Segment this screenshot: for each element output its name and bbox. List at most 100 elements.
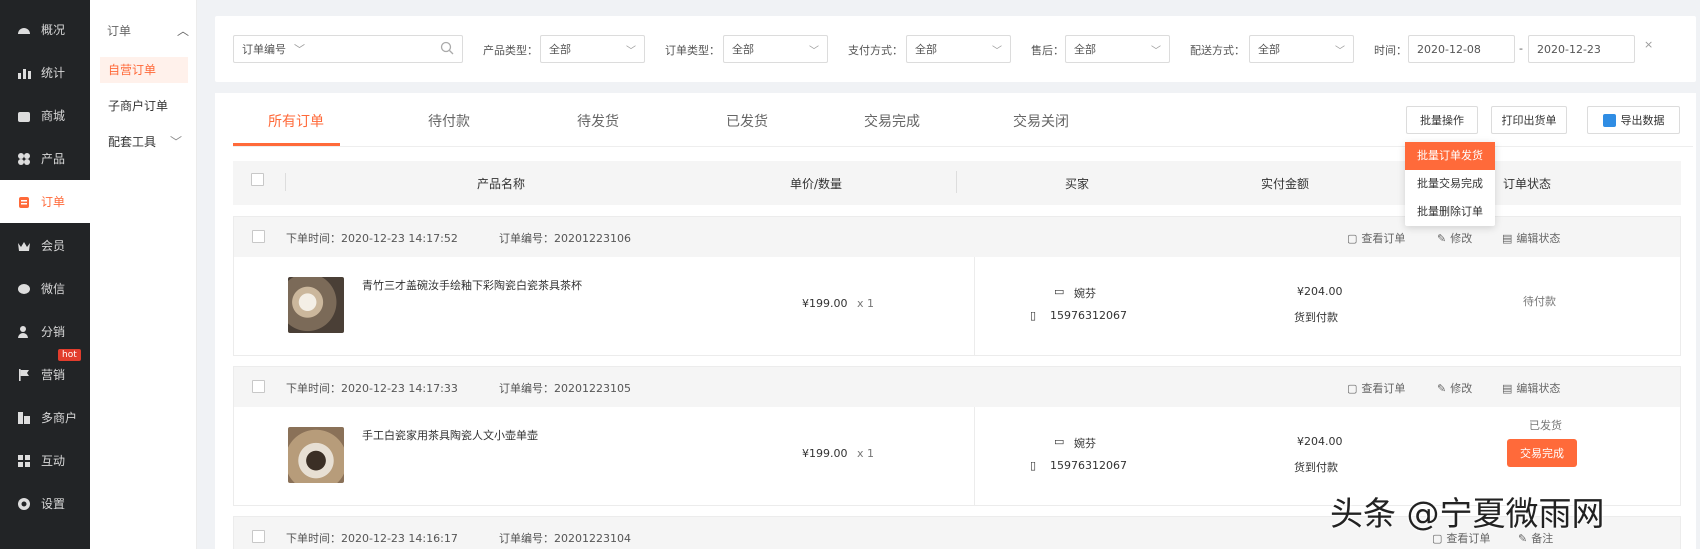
tab-completed[interactable]: 交易完成	[864, 111, 920, 131]
quantity: x 1	[857, 297, 875, 310]
divider	[974, 407, 975, 505]
nav-item-distribution[interactable]: 分销	[0, 310, 90, 353]
complete-transaction-button[interactable]: 交易完成	[1507, 439, 1577, 467]
export-data-button[interactable]: 导出数据	[1587, 106, 1680, 134]
tab-pending-payment[interactable]: 待付款	[428, 111, 470, 131]
product-thumbnail[interactable]	[288, 277, 344, 333]
crown-icon	[17, 239, 31, 253]
search-input[interactable]: 订单编号 ﹀	[233, 35, 463, 63]
filter-bar: 订单编号 ﹀ 产品类型： 全部 ﹀ 订单类型： 全部 ﹀ 支付方式： 全部 ﹀ 售后：…	[215, 16, 1696, 82]
view-order-link[interactable]: ▢ 查看订单	[1347, 380, 1405, 396]
order-row: 下单时间：2020-12-23 14:17:52 订单编号：2020122310…	[233, 216, 1681, 356]
order-status: 已发货	[1529, 419, 1562, 432]
edit-status-icon: ▤	[1502, 381, 1513, 395]
print-shipping-button[interactable]: 打印出货单	[1491, 106, 1567, 134]
buyer-name: 婉芬	[1074, 437, 1096, 450]
tab-pending-shipment[interactable]: 待发货	[577, 111, 619, 131]
order-icon	[17, 195, 31, 209]
pay-method: 货到付款	[1294, 461, 1338, 474]
nav-item-member[interactable]: 会员	[0, 224, 90, 267]
unit-price: ¥199.00	[802, 297, 848, 310]
view-icon: ▢	[1347, 231, 1358, 245]
sub-nav: 订单 ︿ 自营订单 子商户订单 配套工具 ﹀	[90, 0, 197, 549]
product-name[interactable]: 青竹三才盖碗汝手绘釉下彩陶瓷白瓷茶具茶杯	[362, 277, 582, 293]
subnav-item-merchant-orders[interactable]: 子商户订单	[100, 93, 188, 119]
edit-link[interactable]: ✎ 修改	[1437, 380, 1472, 396]
delivery-select[interactable]: 全部 ﹀	[1249, 35, 1354, 63]
unit-price: ¥199.00	[802, 447, 848, 460]
chevron-down-icon: ﹀	[992, 46, 1002, 57]
batch-operation-menu: 批量订单发货 批量交易完成 批量删除订单	[1405, 142, 1495, 226]
view-icon: ▢	[1347, 381, 1358, 395]
subnav-item-tools[interactable]: 配套工具 ﹀	[100, 129, 188, 155]
chevron-down-icon: ﹀	[169, 135, 182, 149]
phone-icon: ▯	[1030, 459, 1037, 472]
pay-method-select[interactable]: 全部 ﹀	[906, 35, 1011, 63]
flag-icon	[17, 368, 31, 382]
grid-icon	[17, 152, 31, 166]
edit-status-link[interactable]: ▤ 编辑状态	[1502, 230, 1560, 246]
nav-item-marketing[interactable]: 营销 hot	[0, 349, 90, 396]
paid-amount: ¥204.00	[1297, 285, 1343, 298]
nav-item-overview[interactable]: 概况	[0, 8, 90, 51]
order-checkbox[interactable]	[252, 530, 265, 543]
nav-item-interact[interactable]: 互动	[0, 439, 90, 482]
edit-status-link[interactable]: ▤ 编辑状态	[1502, 380, 1560, 396]
view-order-link[interactable]: ▢ 查看订单	[1347, 230, 1405, 246]
gear-icon	[17, 497, 31, 511]
nav-item-settings[interactable]: 设置	[0, 482, 90, 525]
tab-closed[interactable]: 交易关闭	[1013, 111, 1069, 131]
select-all-checkbox[interactable]	[251, 173, 264, 186]
chart-icon	[17, 66, 31, 80]
nav-item-product[interactable]: 产品	[0, 137, 90, 180]
quantity: x 1	[857, 447, 875, 460]
batch-complete-item[interactable]: 批量交易完成	[1405, 170, 1495, 198]
order-checkbox[interactable]	[252, 380, 265, 393]
user-share-icon	[17, 325, 31, 339]
tab-all-orders[interactable]: 所有订单	[268, 111, 324, 131]
nav-item-wechat[interactable]: 微信	[0, 267, 90, 310]
product-name[interactable]: 手工白瓷家用茶具陶瓷人文小壶单壶	[362, 427, 538, 443]
order-row: 下单时间：2020-12-23 14:17:33 订单编号：2020122310…	[233, 366, 1681, 506]
merchant-icon	[17, 411, 31, 425]
chevron-down-icon: ﹀	[294, 43, 305, 56]
buyer-icon: ▭	[1054, 285, 1065, 298]
dashboard-icon	[17, 23, 31, 37]
buyer-phone: 15976312067	[1050, 309, 1127, 322]
buyer-name: 婉芬	[1074, 287, 1096, 300]
tab-shipped[interactable]: 已发货	[726, 111, 768, 131]
pay-method: 货到付款	[1294, 311, 1338, 324]
edit-icon: ✎	[1437, 381, 1447, 395]
chevron-up-icon: ︿	[176, 24, 189, 38]
search-icon[interactable]	[440, 41, 454, 58]
nav-item-stats[interactable]: 统计	[0, 51, 90, 94]
main-nav: 概况 统计 商城 产品 订单 会员 微信 分销 营销 hot 多商户 互动 设置	[0, 0, 90, 549]
hot-badge: hot	[58, 349, 81, 361]
watermark: 头条 @宁夏微雨网	[1330, 494, 1605, 533]
batch-delete-item[interactable]: 批量删除订单	[1405, 198, 1495, 226]
divider	[974, 257, 975, 355]
batch-ship-orders-item[interactable]: 批量订单发货	[1405, 142, 1495, 170]
aftersale-select[interactable]: 全部 ﹀	[1065, 35, 1170, 63]
order-type-select[interactable]: 全部 ﹀	[723, 35, 828, 63]
buyer-icon: ▭	[1054, 435, 1065, 448]
date-from-input[interactable]: 2020-12-08	[1408, 35, 1515, 63]
subnav-item-self-orders[interactable]: 自营订单	[100, 57, 188, 83]
edit-link[interactable]: ✎ 修改	[1437, 230, 1472, 246]
product-type-select[interactable]: 全部 ﹀	[540, 35, 645, 63]
export-icon	[1602, 113, 1616, 127]
chevron-down-icon: ﹀	[1151, 46, 1161, 57]
subnav-title[interactable]: 订单 ︿	[107, 22, 189, 39]
nav-item-shop[interactable]: 商城	[0, 94, 90, 137]
batch-operation-button[interactable]: 批量操作	[1406, 106, 1478, 134]
nav-item-order[interactable]: 订单	[0, 180, 90, 223]
chevron-down-icon: ﹀	[809, 46, 819, 57]
clear-date-icon[interactable]: ×	[1644, 38, 1653, 51]
date-to-input[interactable]: 2020-12-23	[1528, 35, 1635, 63]
divider	[285, 173, 286, 191]
phone-icon: ▯	[1030, 309, 1037, 322]
order-checkbox[interactable]	[252, 230, 265, 243]
edit-status-icon: ▤	[1502, 231, 1513, 245]
nav-item-multi-merchant[interactable]: 多商户	[0, 396, 90, 439]
product-thumbnail[interactable]	[288, 427, 344, 483]
